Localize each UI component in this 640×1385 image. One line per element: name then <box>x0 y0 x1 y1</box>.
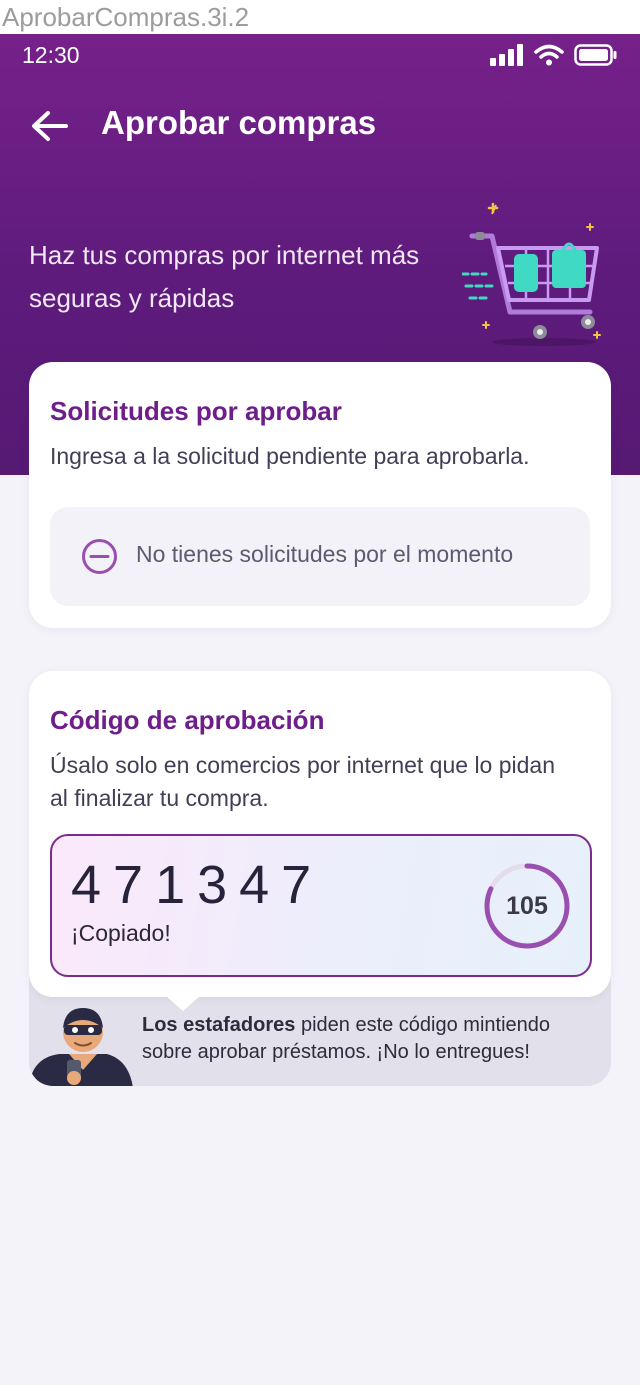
header-tagline: Haz tus compras por internet más seguras… <box>29 240 420 313</box>
status-icons <box>490 44 618 66</box>
requests-card: Solicitudes por aprobar Ingresa a la sol… <box>29 362 611 628</box>
status-bar: 12:30 <box>0 34 640 78</box>
scam-warning-bold: Los estafadores <box>142 1014 296 1036</box>
status-time: 12:30 <box>22 42 80 68</box>
countdown-timer: 105 <box>483 862 571 950</box>
empty-requests-box: No tienes solicitudes por el momento <box>50 507 590 606</box>
approval-code-description: Úsalo solo en comercios por internet que… <box>50 752 556 811</box>
wifi-icon <box>534 44 564 66</box>
requests-title: Solicitudes por aprobar <box>50 396 342 426</box>
requests-description: Ingresa a la solicitud pendiente para ap… <box>50 443 530 469</box>
battery-icon <box>574 44 617 66</box>
minus-circle-icon <box>82 539 117 574</box>
scam-warning-text: Los estafadores piden este código mintie… <box>142 1012 602 1066</box>
countdown-value: 105 <box>506 891 548 920</box>
page-title: Aprobar compras <box>101 104 377 141</box>
shopping-cart-icon <box>462 202 601 346</box>
approval-code[interactable]: 471347 <box>71 854 323 916</box>
code-display[interactable]: 471347 ¡Copiado! 105 <box>50 834 592 977</box>
approval-code-card: Código de aprobación Úsalo solo en comer… <box>29 671 611 997</box>
frame-caption: AprobarCompras.3i.2 <box>0 0 640 34</box>
approval-code-title: Código de aprobación <box>50 705 325 735</box>
card-pointer <box>166 996 200 1011</box>
back-arrow-icon[interactable] <box>30 108 70 144</box>
copy-status: ¡Copiado! <box>71 920 171 946</box>
signal-icon <box>490 44 523 66</box>
empty-requests-message: No tienes solicitudes por el momento <box>136 541 514 567</box>
thief-icon <box>29 1008 133 1086</box>
